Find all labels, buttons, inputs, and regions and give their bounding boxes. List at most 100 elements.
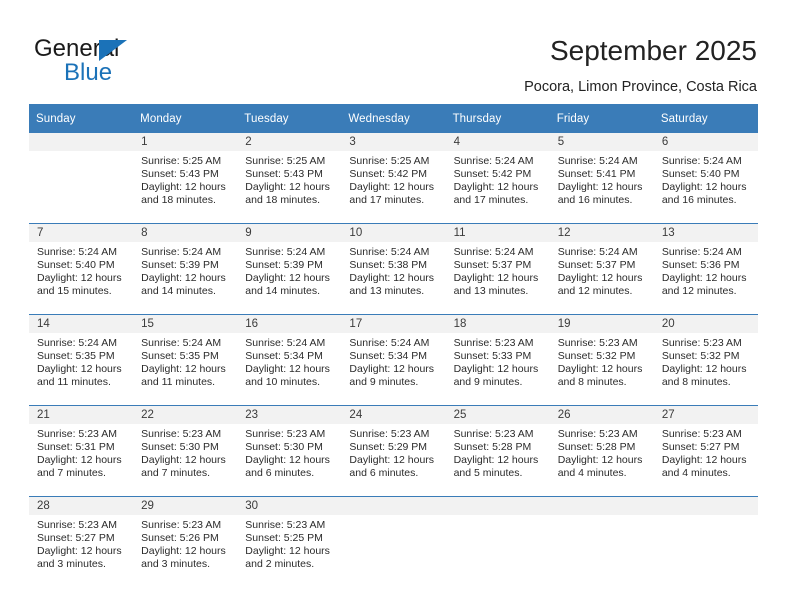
day-number: 10 bbox=[341, 224, 446, 242]
calendar-day-cell[interactable]: 10 Sunrise: 5:24 AM Sunset: 5:38 PM Dayligh… bbox=[341, 223, 446, 315]
calendar-day-cell[interactable]: 21 Sunrise: 5:23 AM Sunset: 5:31 PM Dayligh… bbox=[29, 405, 134, 497]
day-number: 17 bbox=[341, 315, 446, 333]
calendar-day-cell[interactable]: 22 Sunrise: 5:23 AM Sunset: 5:30 PM Dayligh… bbox=[133, 405, 238, 497]
day-daylight-line1-text: Daylight: 12 hours bbox=[557, 180, 643, 193]
day-sunset-text: Sunset: 5:27 PM bbox=[37, 531, 115, 544]
day-number: 1 bbox=[133, 133, 238, 151]
calendar-day-cell[interactable]: 3 Sunrise: 5:25 AM Sunset: 5:42 PM Daylight… bbox=[341, 133, 446, 224]
day-sunset-text: Sunset: 5:29 PM bbox=[349, 440, 428, 453]
day-cell-inner: 15 Sunrise: 5:24 AM Sunset: 5:35 PM Dayligh… bbox=[133, 315, 238, 405]
calendar-day-cell[interactable]: 11 Sunrise: 5:24 AM Sunset: 5:37 PM Dayligh… bbox=[445, 223, 550, 315]
calendar-day-cell[interactable]: 17 Sunrise: 5:24 AM Sunset: 5:34 PM Dayligh… bbox=[341, 314, 446, 406]
day-cell-inner: 10 Sunrise: 5:24 AM Sunset: 5:38 PM Dayligh… bbox=[341, 224, 446, 314]
day-cell-details: Sunrise: 5:24 AM Sunset: 5:41 PM Daylight:… bbox=[550, 151, 654, 207]
day-cell-inner: 14 Sunrise: 5:24 AM Sunset: 5:35 PM Dayligh… bbox=[29, 315, 134, 405]
calendar-table: Sunday Monday Tuesday Wednesday Thursday… bbox=[29, 104, 758, 587]
page-header: General Blue September 2025 Pocora, Limo… bbox=[0, 0, 792, 104]
logo-text-blue: Blue bbox=[64, 59, 113, 86]
day-cell-inner: 5 Sunrise: 5:24 AM Sunset: 5:41 PM Daylight… bbox=[549, 133, 654, 223]
calendar-day-cell[interactable]: 13 Sunrise: 5:24 AM Sunset: 5:36 PM Dayligh… bbox=[653, 223, 758, 315]
day-cell-details: Sunrise: 5:25 AM Sunset: 5:42 PM Daylight:… bbox=[341, 151, 445, 207]
day-sunset-text: Sunset: 5:30 PM bbox=[245, 440, 323, 453]
day-sunset-text: Sunset: 5:34 PM bbox=[349, 349, 428, 362]
calendar-day-cell[interactable]: 5 Sunrise: 5:24 AM Sunset: 5:41 PM Daylight… bbox=[549, 133, 654, 224]
page-title: September 2025 bbox=[549, 35, 757, 66]
calendar-day-cell[interactable]: 2 Sunrise: 5:25 AM Sunset: 5:43 PM Daylight… bbox=[237, 133, 342, 224]
day-daylight-line1-text: Daylight: 12 hours bbox=[141, 362, 226, 375]
calendar-weekday-header: Sunday Monday Tuesday Wednesday Thursday… bbox=[29, 104, 758, 133]
day-cell-details: Sunrise: 5:24 AM Sunset: 5:36 PM Daylight:… bbox=[654, 242, 758, 298]
day-number: 8 bbox=[133, 224, 238, 242]
day-sunrise-text: Sunrise: 5:24 AM bbox=[349, 246, 430, 258]
day-number: 25 bbox=[445, 406, 550, 424]
calendar-day-cell[interactable]: 8 Sunrise: 5:24 AM Sunset: 5:39 PM Daylight… bbox=[133, 223, 238, 315]
calendar-day-cell[interactable]: 14 Sunrise: 5:24 AM Sunset: 5:35 PM Dayligh… bbox=[29, 314, 134, 406]
calendar-week-row: 1 Sunrise: 5:25 AM Sunset: 5:43 PM Daylight… bbox=[29, 133, 758, 224]
calendar-day-cell[interactable]: 18 Sunrise: 5:23 AM Sunset: 5:33 PM Dayligh… bbox=[445, 314, 550, 406]
day-daylight-line1-text: Daylight: 12 hours bbox=[245, 362, 330, 375]
day-daylight-line1-text: Daylight: 12 hours bbox=[453, 362, 539, 375]
day-sunrise-text: Sunrise: 5:23 AM bbox=[141, 519, 222, 531]
calendar-day-cell[interactable]: 12 Sunrise: 5:24 AM Sunset: 5:37 PM Dayligh… bbox=[549, 223, 654, 315]
day-daylight-line2-text: and 3 minutes. bbox=[37, 557, 106, 570]
calendar-day-cell[interactable]: 28 Sunrise: 5:23 AM Sunset: 5:27 PM Dayligh… bbox=[29, 496, 134, 587]
day-sunrise-text: Sunrise: 5:24 AM bbox=[557, 155, 638, 167]
day-cell-inner: 24 Sunrise: 5:23 AM Sunset: 5:29 PM Dayligh… bbox=[341, 406, 446, 496]
day-sunrise-text: Sunrise: 5:25 AM bbox=[349, 155, 430, 167]
day-number: 30 bbox=[237, 497, 342, 515]
calendar-day-cell[interactable]: 26 Sunrise: 5:23 AM Sunset: 5:28 PM Dayligh… bbox=[549, 405, 654, 497]
day-sunset-text: Sunset: 5:40 PM bbox=[661, 167, 740, 180]
weekday-header-tuesday: Tuesday bbox=[237, 104, 342, 133]
calendar-day-cell[interactable]: 30 Sunrise: 5:23 AM Sunset: 5:25 PM Dayligh… bbox=[237, 496, 342, 587]
calendar-day-cell[interactable]: 7 Sunrise: 5:24 AM Sunset: 5:40 PM Daylight… bbox=[29, 223, 134, 315]
day-sunset-text: Sunset: 5:32 PM bbox=[557, 349, 636, 362]
day-cell-details: Sunrise: 5:25 AM Sunset: 5:43 PM Daylight:… bbox=[133, 151, 237, 207]
day-cell-details bbox=[446, 515, 550, 519]
day-cell-details: Sunrise: 5:23 AM Sunset: 5:32 PM Daylight:… bbox=[654, 333, 758, 389]
day-daylight-line2-text: and 11 minutes. bbox=[37, 375, 111, 388]
calendar-day-cell[interactable]: 4 Sunrise: 5:24 AM Sunset: 5:42 PM Daylight… bbox=[445, 133, 550, 224]
day-cell-inner: 19 Sunrise: 5:23 AM Sunset: 5:32 PM Dayligh… bbox=[549, 315, 654, 405]
day-number bbox=[29, 133, 134, 151]
calendar-day-cell[interactable]: 16 Sunrise: 5:24 AM Sunset: 5:34 PM Dayligh… bbox=[237, 314, 342, 406]
day-cell-inner: 27 Sunrise: 5:23 AM Sunset: 5:27 PM Dayligh… bbox=[653, 406, 758, 496]
day-cell-details: Sunrise: 5:25 AM Sunset: 5:43 PM Daylight:… bbox=[237, 151, 341, 207]
day-sunrise-text: Sunrise: 5:23 AM bbox=[661, 428, 742, 440]
calendar-day-cell[interactable]: 20 Sunrise: 5:23 AM Sunset: 5:32 PM Dayligh… bbox=[653, 314, 758, 406]
day-daylight-line1-text: Daylight: 12 hours bbox=[349, 271, 435, 284]
day-cell-details: Sunrise: 5:24 AM Sunset: 5:40 PM Daylight:… bbox=[654, 151, 758, 207]
day-sunrise-text: Sunrise: 5:23 AM bbox=[453, 428, 534, 440]
day-daylight-line2-text: and 8 minutes. bbox=[661, 375, 731, 388]
day-sunrise-text: Sunrise: 5:23 AM bbox=[349, 428, 430, 440]
calendar-day-cell[interactable]: 1 Sunrise: 5:25 AM Sunset: 5:43 PM Daylight… bbox=[133, 133, 238, 224]
day-daylight-line2-text: and 7 minutes. bbox=[37, 466, 106, 479]
calendar-grid: Sunday Monday Tuesday Wednesday Thursday… bbox=[29, 104, 758, 587]
day-cell-inner bbox=[29, 133, 134, 223]
calendar-day-cell[interactable]: 15 Sunrise: 5:24 AM Sunset: 5:35 PM Dayligh… bbox=[133, 314, 238, 406]
day-cell-inner: 4 Sunrise: 5:24 AM Sunset: 5:42 PM Daylight… bbox=[445, 133, 550, 223]
day-sunset-text: Sunset: 5:35 PM bbox=[37, 349, 115, 362]
day-cell-inner: 17 Sunrise: 5:24 AM Sunset: 5:34 PM Dayligh… bbox=[341, 315, 446, 405]
calendar-day-cell[interactable]: 27 Sunrise: 5:23 AM Sunset: 5:27 PM Dayligh… bbox=[653, 405, 758, 497]
day-sunrise-text: Sunrise: 5:23 AM bbox=[557, 428, 638, 440]
calendar-day-cell[interactable]: 23 Sunrise: 5:23 AM Sunset: 5:30 PM Dayligh… bbox=[237, 405, 342, 497]
day-cell-inner: 7 Sunrise: 5:24 AM Sunset: 5:40 PM Daylight… bbox=[29, 224, 134, 314]
day-daylight-line1-text: Daylight: 12 hours bbox=[37, 453, 122, 466]
day-daylight-line1-text: Daylight: 12 hours bbox=[245, 180, 330, 193]
calendar-day-cell[interactable]: 19 Sunrise: 5:23 AM Sunset: 5:32 PM Dayligh… bbox=[549, 314, 654, 406]
calendar-day-cell[interactable]: 9 Sunrise: 5:24 AM Sunset: 5:39 PM Daylight… bbox=[237, 223, 342, 315]
day-daylight-line1-text: Daylight: 12 hours bbox=[661, 453, 747, 466]
day-sunrise-text: Sunrise: 5:23 AM bbox=[245, 428, 326, 440]
calendar-day-cell[interactable]: 24 Sunrise: 5:23 AM Sunset: 5:29 PM Dayligh… bbox=[341, 405, 446, 497]
general-blue-logo[interactable]: General Blue bbox=[34, 36, 214, 92]
day-cell-details: Sunrise: 5:23 AM Sunset: 5:27 PM Daylight:… bbox=[29, 515, 133, 571]
day-daylight-line1-text: Daylight: 12 hours bbox=[141, 453, 226, 466]
calendar-day-cell[interactable]: 25 Sunrise: 5:23 AM Sunset: 5:28 PM Dayligh… bbox=[445, 405, 550, 497]
calendar-day-cell[interactable]: 29 Sunrise: 5:23 AM Sunset: 5:26 PM Dayligh… bbox=[133, 496, 238, 587]
day-cell-details: Sunrise: 5:24 AM Sunset: 5:42 PM Daylight:… bbox=[446, 151, 550, 207]
day-sunrise-text: Sunrise: 5:23 AM bbox=[557, 337, 638, 349]
calendar-day-cell[interactable]: 6 Sunrise: 5:24 AM Sunset: 5:40 PM Daylight… bbox=[653, 133, 758, 224]
weekday-header-saturday: Saturday bbox=[653, 104, 758, 133]
day-sunset-text: Sunset: 5:32 PM bbox=[661, 349, 740, 362]
calendar-week-row: 28 Sunrise: 5:23 AM Sunset: 5:27 PM Dayligh… bbox=[29, 496, 758, 587]
